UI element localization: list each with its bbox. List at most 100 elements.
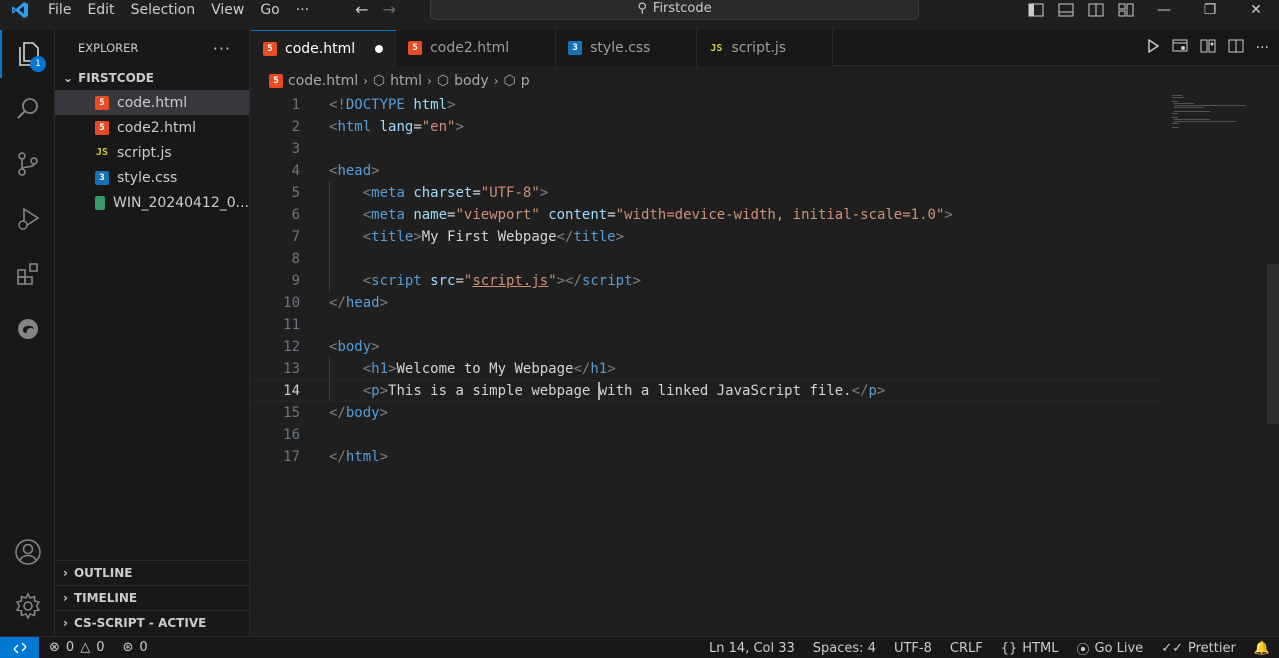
navigation-arrows: ← → [355,0,396,19]
menu-file[interactable]: File [40,2,79,18]
code-token: < [362,185,372,201]
title-bar-controls: — ❐ ✕ [1021,0,1279,19]
code-line[interactable]: 13 <h1>Welcome to My Webpage</h1> [251,358,1279,380]
outline-section[interactable]: › OUTLINE [55,560,250,585]
run-icon[interactable] [1146,38,1160,57]
code-line[interactable]: 4 <head> [251,160,1279,182]
encoding[interactable]: UTF-8 [885,641,941,656]
minimize-icon[interactable]: — [1141,2,1187,18]
code-editor[interactable]: 1 <!DOCTYPE html> 2 <html lang="en"> 3 4 <head… [251,94,1279,636]
tab-style-css[interactable]: 3 style.css [556,30,698,66]
end-of-line[interactable]: CRLF [941,641,992,656]
code-line[interactable]: 8 [251,248,1279,270]
code-token: title [371,229,414,245]
more-actions-icon[interactable]: ··· [1256,40,1269,56]
code-line[interactable]: 3 [251,138,1279,160]
breadcrumb-item[interactable]: body [454,73,489,89]
back-arrow-icon[interactable]: ← [355,0,368,19]
remote-indicator-icon[interactable] [0,636,39,658]
chevron-right-icon: › [493,74,499,88]
timeline-section[interactable]: › TIMELINE [55,585,250,610]
code-token: html [413,97,448,113]
language-mode[interactable]: {} HTML [992,641,1068,656]
code-line[interactable]: 11 [251,314,1279,336]
code-line[interactable]: 2 <html lang="en"> [251,116,1279,138]
ports-status[interactable]: ⊛ 0 [122,640,147,655]
open-preview-icon[interactable] [1172,39,1188,57]
go-live-button[interactable]: ⦿ Go Live [1067,639,1152,658]
broadcast-icon: ⦿ [1076,642,1090,658]
line-number: 13 [283,361,300,377]
menu-edit[interactable]: Edit [79,2,122,18]
code-token: body [345,405,380,421]
file-item[interactable]: 5 code.html [55,90,249,115]
cs-script-section[interactable]: › CS-SCRIPT - ACTIVE [55,610,250,635]
tab-script-js[interactable]: JS script.js [697,30,834,66]
code-line[interactable]: 17 </html> [251,446,1279,468]
code-token: charset [413,185,473,201]
braces-icon: {} [1000,640,1018,656]
code-line[interactable]: 10 </head> [251,292,1279,314]
file-item[interactable]: 3 style.css [55,165,249,190]
menu-go[interactable]: Go [252,2,287,18]
toggle-panel-icon[interactable] [1051,3,1081,17]
notifications-bell-icon[interactable]: 🔔 [1245,641,1279,656]
code-line[interactable]: 7 <title>My First Webpage</title> [251,226,1279,248]
code-line[interactable]: 16 [251,424,1279,446]
code-line[interactable]: 5 <meta charset="UTF-8"> [251,182,1279,204]
command-center[interactable]: ⚲ Firstcode [430,0,919,20]
menu-more-icon[interactable]: ··· [288,2,317,18]
customize-layout-icon[interactable] [1111,3,1141,17]
indentation[interactable]: Spaces: 4 [804,641,885,656]
search-icon[interactable] [0,85,55,133]
source-control-icon[interactable] [0,140,55,188]
symbol-tag-icon: ⬡ [436,73,450,89]
breadcrumb-item[interactable]: p [521,73,530,89]
menu-selection[interactable]: Selection [123,2,204,18]
split-editor-icon[interactable] [1228,39,1244,57]
manage-gear-icon[interactable] [0,582,55,630]
unsaved-dot-icon[interactable] [375,44,384,53]
accounts-icon[interactable] [0,528,55,576]
file-item[interactable]: 5 code2.html [55,115,249,140]
code-line[interactable]: 6 <meta name="viewport" content="width=d… [251,204,1279,226]
edge-browser-icon[interactable] [0,305,55,353]
javascript-icon: JS [95,147,109,158]
restore-icon[interactable]: ❐ [1187,2,1233,18]
breadcrumb-item[interactable]: html [390,73,422,89]
tab-code-html[interactable]: 5 code.html [251,30,397,66]
code-line[interactable]: 1 <!DOCTYPE html> [251,94,1279,116]
code-line[interactable]: 15 </body> [251,402,1279,424]
compare-icon[interactable] [1200,39,1216,57]
search-icon: ⚲ [637,1,647,16]
code-line[interactable]: 12 <body> [251,336,1279,358]
explorer-icon[interactable]: 1 [0,30,55,78]
menu-view[interactable]: View [203,2,252,18]
toggle-secondary-sidebar-icon[interactable] [1081,3,1111,17]
toggle-primary-sidebar-icon[interactable] [1021,3,1051,17]
tab-code2-html[interactable]: 5 code2.html [396,30,557,66]
close-icon[interactable]: ✕ [1233,2,1279,18]
extensions-icon[interactable] [0,250,55,298]
minimap[interactable] [1170,94,1250,134]
vertical-scrollbar[interactable] [1267,94,1279,636]
symbol-tag-icon: ⬡ [372,73,386,89]
code-line[interactable]: 14 <p>This is a simple webpage with a li… [251,380,1163,402]
file-item[interactable]: WIN_20240412_0... [55,190,249,215]
folder-firstcode[interactable]: ⌄ FIRSTCODE [55,66,249,90]
breadcrumb-item[interactable]: code.html [288,73,358,89]
problems-status[interactable]: ⊗ 0 △ 0 [49,640,104,655]
file-item[interactable]: JS script.js [55,140,249,165]
run-and-debug-icon[interactable] [0,195,55,243]
warning-count: 0 [96,640,105,655]
code-token: h1 [371,361,389,377]
code-token: < [362,229,372,245]
cursor-position[interactable]: Ln 14, Col 33 [700,641,804,656]
prettier-button[interactable]: ✓✓ Prettier [1152,641,1245,656]
explorer-more-icon[interactable]: ··· [213,39,231,58]
code-line[interactable]: 9 <script src="script.js"></script> [251,270,1279,292]
ports-count: 0 [139,640,148,655]
scrollbar-thumb[interactable] [1267,264,1279,424]
forward-arrow-icon[interactable]: → [383,0,396,19]
